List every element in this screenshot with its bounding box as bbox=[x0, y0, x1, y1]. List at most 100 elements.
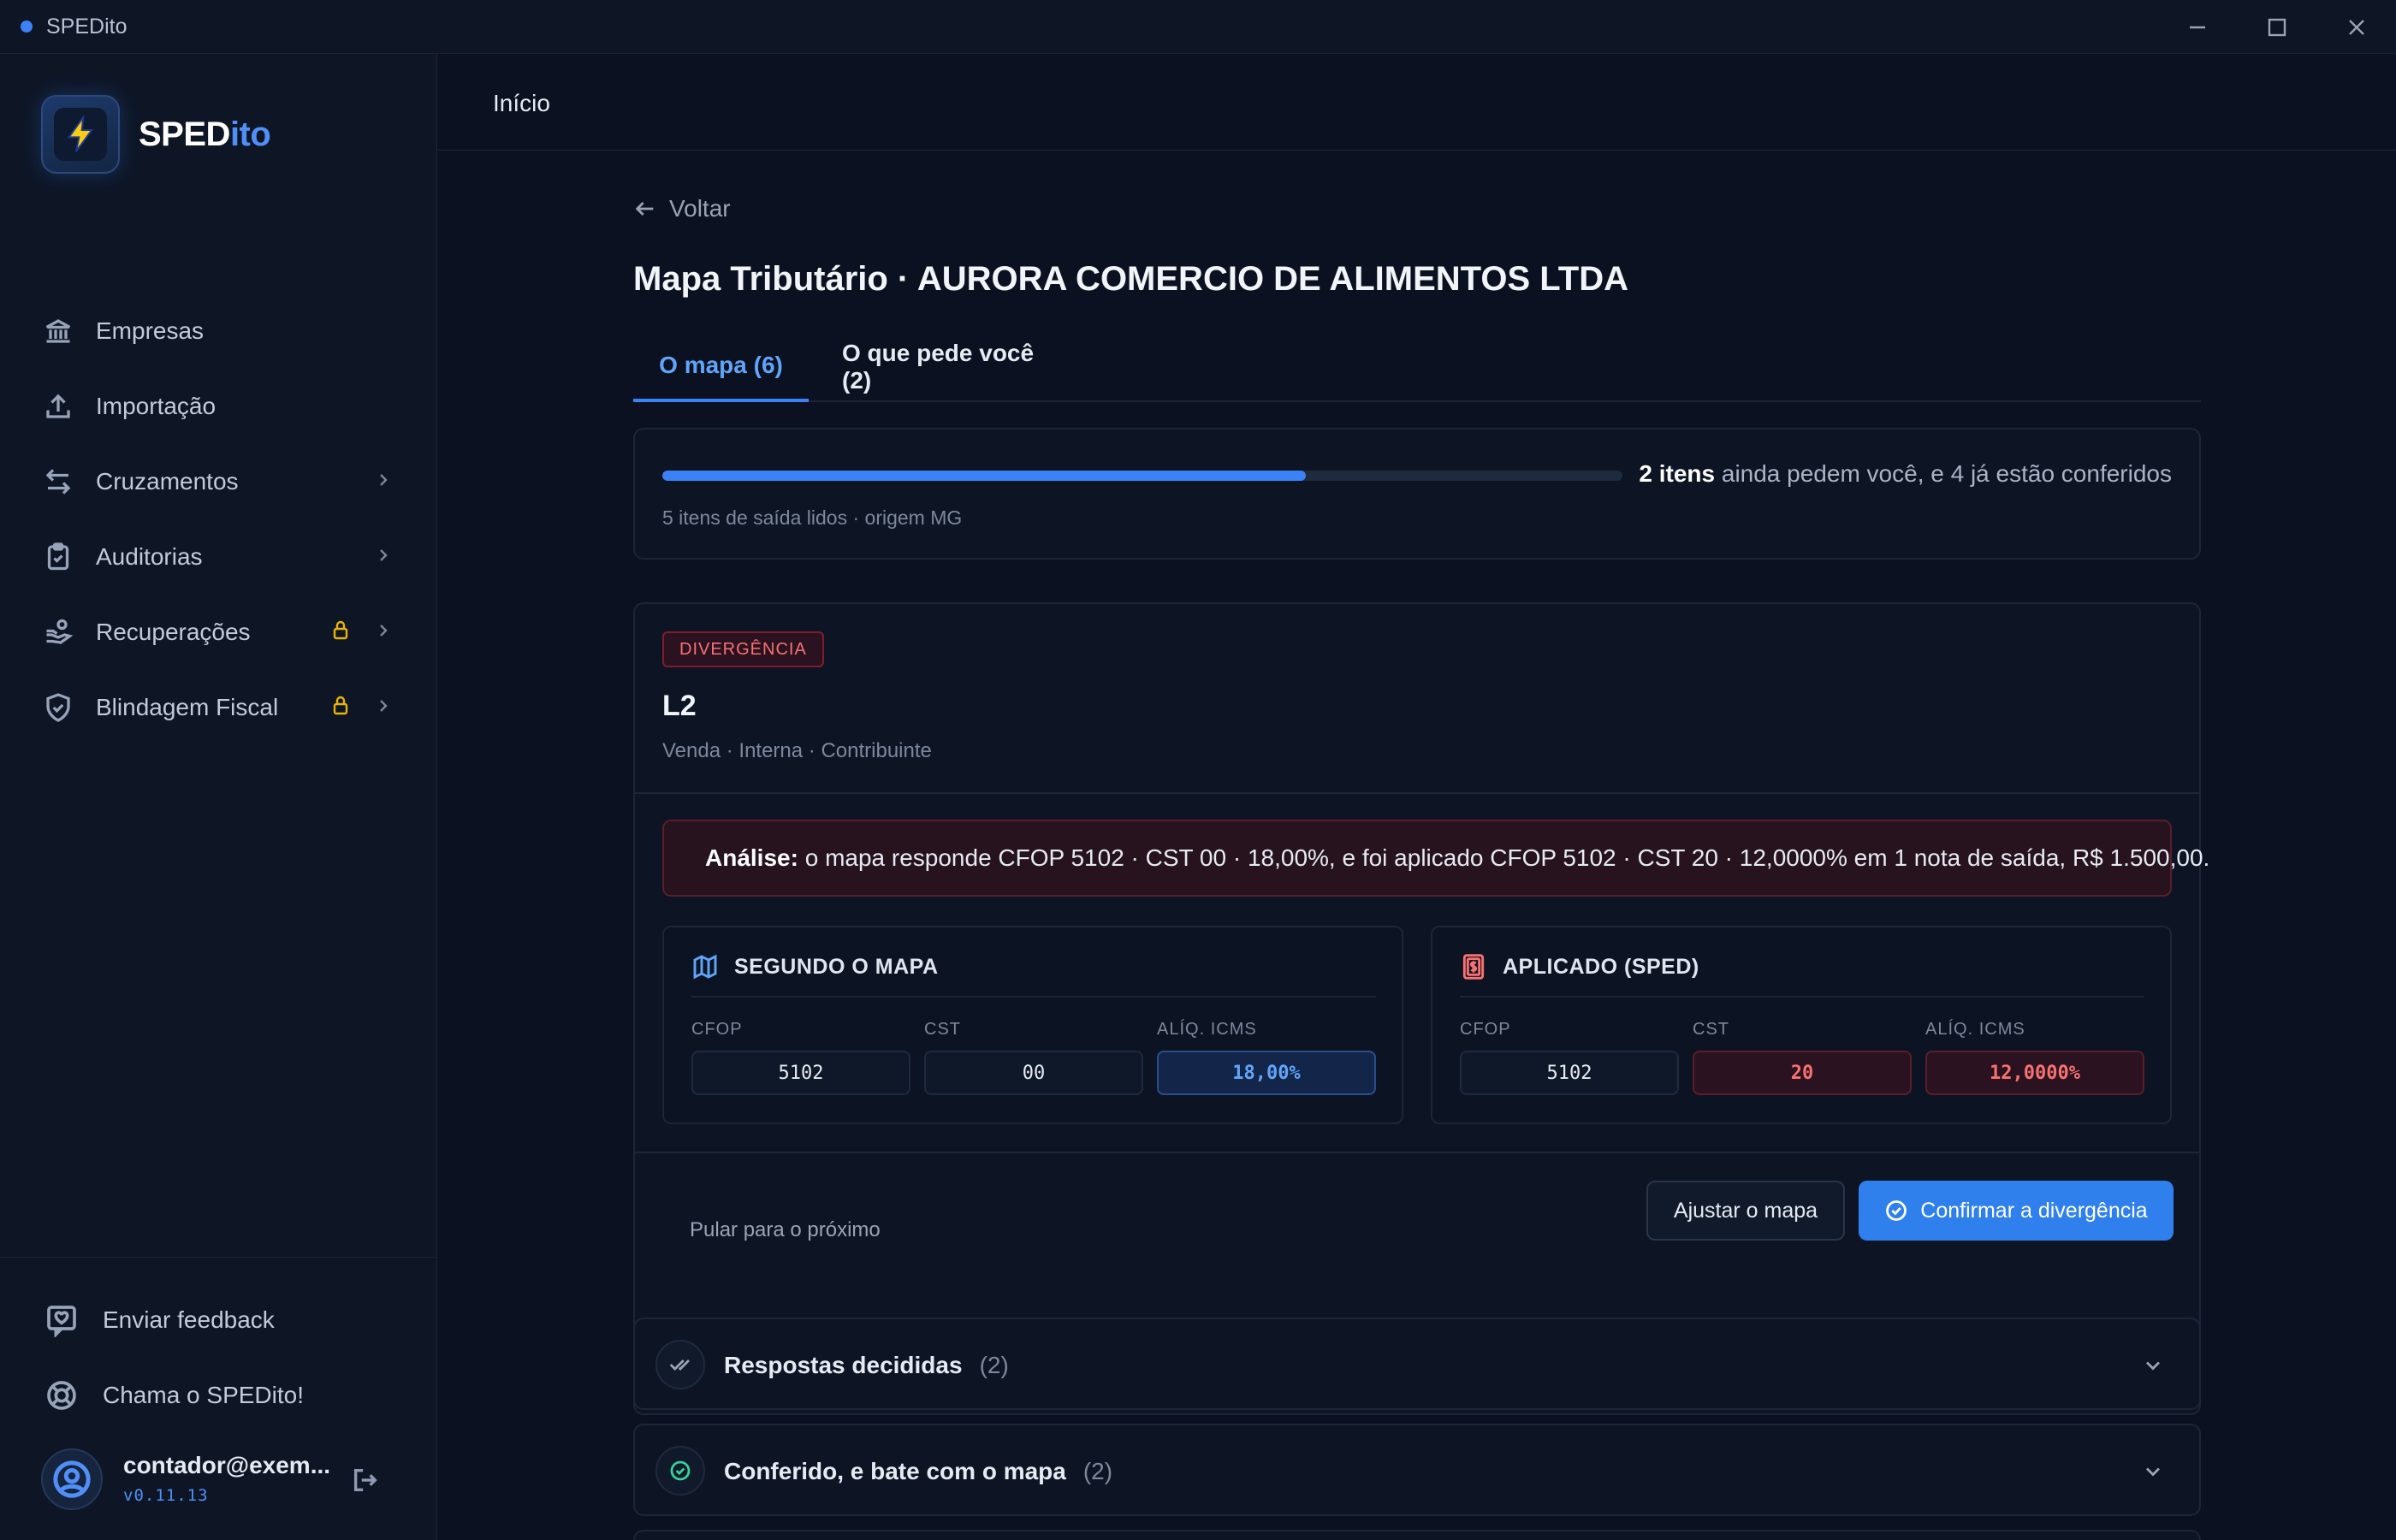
section-label: Conferido, e bate com o mapa (2) bbox=[724, 1458, 1113, 1484]
skip-next-button[interactable]: Pular para o próximo bbox=[690, 1218, 881, 1242]
breadcrumb[interactable]: Início bbox=[493, 90, 550, 117]
minimize-button[interactable] bbox=[2157, 0, 2237, 54]
sidebar-nav: Empresas Importação Cruzamentos Auditori… bbox=[0, 293, 437, 745]
status-badge: DIVERGÊNCIA bbox=[662, 631, 824, 667]
check-circle-icon bbox=[655, 1446, 705, 1496]
window-controls bbox=[2157, 0, 2396, 54]
app-version: v0.11.13 bbox=[123, 1486, 209, 1505]
adjust-map-button[interactable]: Ajustar o mapa bbox=[1646, 1181, 1845, 1241]
progress-subtitle: 5 itens de saída lidos · origem MG bbox=[662, 506, 963, 529]
chevron-right-icon bbox=[373, 470, 394, 495]
sidebar-item-importacao[interactable]: Importação bbox=[0, 369, 437, 444]
feedback-button[interactable]: Enviar feedback bbox=[44, 1303, 275, 1337]
check-circle-icon bbox=[1886, 1200, 1907, 1221]
sped-cst-value: 20 bbox=[1693, 1051, 1912, 1095]
sidebar-item-auditorias[interactable]: Auditorias bbox=[0, 519, 437, 595]
sped-panel-header: APLICADO (SPED) bbox=[1460, 953, 1699, 980]
lock-icon bbox=[330, 695, 351, 721]
user-profile[interactable]: contador@exem... v0.11.13 bbox=[41, 1448, 400, 1517]
logout-button[interactable] bbox=[351, 1466, 380, 1499]
chevron-right-icon bbox=[373, 696, 394, 720]
cst-label: CST bbox=[1693, 1020, 1729, 1039]
page-title: Mapa Tributário · AURORA COMERCIO DE ALI… bbox=[633, 260, 1628, 298]
lock-icon bbox=[330, 619, 351, 646]
sidebar-item-recuperacoes[interactable]: Recuperações bbox=[0, 595, 437, 670]
divider bbox=[635, 1152, 2199, 1153]
brand-logo bbox=[41, 95, 120, 174]
chevron-down-icon bbox=[2141, 1460, 2165, 1488]
double-check-icon bbox=[655, 1340, 705, 1389]
sidebar-item-label: Empresas bbox=[96, 317, 205, 344]
tab-o-mapa[interactable]: O mapa (6) bbox=[633, 332, 809, 402]
confirm-divergence-button[interactable]: Confirmar a divergência bbox=[1859, 1181, 2174, 1241]
divider bbox=[1460, 996, 2144, 998]
map-panel-header: SEGUNDO O MAPA bbox=[691, 953, 939, 980]
chevron-down-icon bbox=[2141, 1353, 2165, 1382]
sidebar-item-empresas[interactable]: Empresas bbox=[0, 293, 437, 369]
feedback-label: Enviar feedback bbox=[103, 1306, 275, 1333]
lightning-icon bbox=[67, 116, 94, 152]
sidebar-footer bbox=[0, 1257, 437, 1258]
progress-summary: 2 itens ainda pedem você, e 4 já estão c… bbox=[1639, 460, 2172, 487]
sidebar-item-label: Auditorias bbox=[96, 543, 203, 570]
arrows-left-right-icon bbox=[41, 465, 75, 499]
map-cfop-value: 5102 bbox=[691, 1051, 910, 1095]
section-conferido[interactable]: Conferido, e bate com o mapa (2) bbox=[633, 1424, 2201, 1516]
sped-aliq-value: 12,0000% bbox=[1925, 1051, 2144, 1095]
back-label: Voltar bbox=[669, 195, 731, 222]
sidebar: SPEDito Empresas Importação Cruzamentos bbox=[0, 54, 437, 1540]
divergence-card: DIVERGÊNCIA L2 Venda · Interna · Contrib… bbox=[633, 602, 2209, 1415]
sidebar-item-label: Importação bbox=[96, 393, 216, 419]
confirm-label: Confirmar a divergência bbox=[1920, 1198, 2148, 1223]
top-bar: Início bbox=[438, 54, 2396, 151]
cfop-label: CFOP bbox=[1460, 1020, 1511, 1039]
map-aliq-value: 18,00% bbox=[1157, 1051, 1376, 1095]
hand-coins-icon bbox=[41, 615, 75, 649]
progress-bar-fill bbox=[662, 471, 1306, 481]
clipboard-check-icon bbox=[41, 540, 75, 574]
sidebar-item-label: Recuperações bbox=[96, 619, 251, 645]
chevron-right-icon bbox=[373, 620, 394, 645]
back-link[interactable]: Voltar bbox=[633, 195, 731, 222]
tab-bar: O mapa (6) O que pede você (2) bbox=[633, 332, 2201, 402]
receipt-dollar-icon bbox=[1462, 954, 1485, 980]
maximize-icon bbox=[2268, 18, 2286, 36]
section-next-partial bbox=[633, 1530, 2201, 1540]
divider bbox=[691, 996, 1376, 998]
map-icon bbox=[693, 954, 717, 980]
user-email: contador@exem... bbox=[123, 1452, 331, 1478]
item-subtitle: Venda · Interna · Contribuinte bbox=[662, 739, 932, 762]
sped-cfop-value: 5102 bbox=[1460, 1051, 1679, 1095]
feedback-heart-icon bbox=[47, 1306, 76, 1337]
cfop-label: CFOP bbox=[691, 1020, 743, 1039]
aliq-icms-label: ALÍQ. ICMS bbox=[1157, 1020, 1257, 1039]
item-code: L2 bbox=[662, 690, 697, 722]
sidebar-item-label: Cruzamentos bbox=[96, 468, 239, 495]
shield-check-icon bbox=[41, 690, 75, 725]
section-respostas-decididas[interactable]: Respostas decididas (2) bbox=[633, 1318, 2201, 1410]
cst-label: CST bbox=[924, 1020, 961, 1039]
analysis-text: Análise: o mapa responde CFOP 5102 · CST… bbox=[705, 844, 2210, 871]
title-bar: SPEDito bbox=[0, 0, 2396, 54]
avatar[interactable] bbox=[41, 1448, 103, 1510]
sped-panel: APLICADO (SPED) CFOP CST ALÍQ. ICMS 5102… bbox=[1431, 926, 2172, 1124]
map-cst-value: 00 bbox=[924, 1051, 1143, 1095]
window-title: SPEDito bbox=[46, 14, 128, 38]
sidebar-item-cruzamentos[interactable]: Cruzamentos bbox=[0, 444, 437, 519]
sidebar-item-blindagem-fiscal[interactable]: Blindagem Fiscal bbox=[0, 670, 437, 745]
bank-icon bbox=[41, 314, 75, 348]
lifebuoy-icon bbox=[47, 1381, 76, 1410]
app-status-dot bbox=[21, 21, 33, 33]
tab-o-que-pede-voce[interactable]: O que pede você (2) bbox=[842, 332, 1066, 402]
help-button[interactable]: Chama o SPEDito! bbox=[44, 1378, 304, 1413]
maximize-button[interactable] bbox=[2237, 0, 2316, 54]
map-panel: SEGUNDO O MAPA CFOP CST ALÍQ. ICMS 5102 … bbox=[662, 926, 1403, 1124]
help-label: Chama o SPEDito! bbox=[103, 1382, 304, 1408]
logout-icon bbox=[353, 1468, 377, 1492]
progress-bar bbox=[662, 471, 1622, 481]
divider bbox=[635, 792, 2199, 794]
close-button[interactable] bbox=[2316, 0, 2396, 54]
brand[interactable]: SPEDito bbox=[41, 95, 271, 174]
aliq-icms-label: ALÍQ. ICMS bbox=[1925, 1020, 2025, 1039]
close-icon bbox=[2348, 19, 2364, 35]
